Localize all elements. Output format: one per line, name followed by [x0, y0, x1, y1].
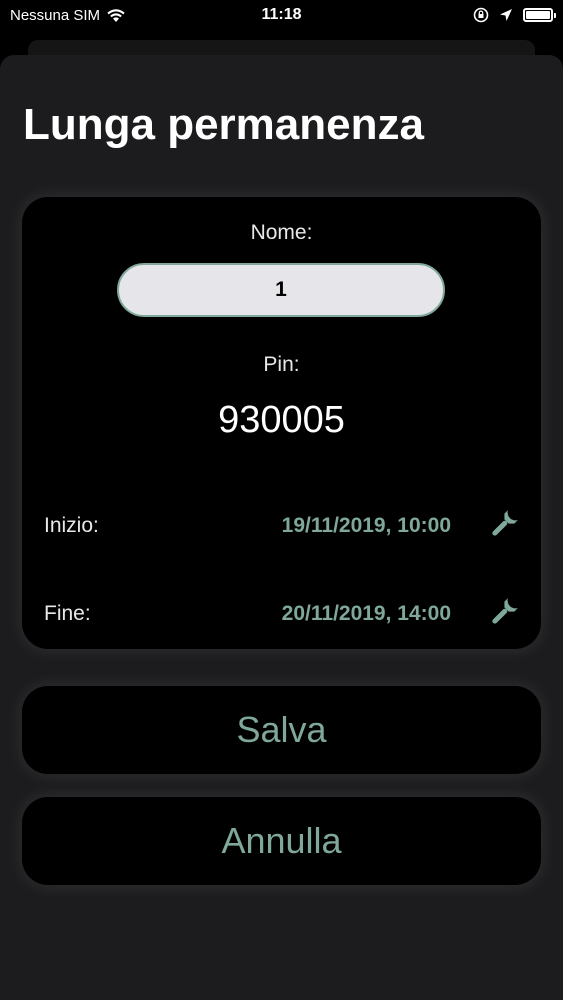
save-button[interactable]: Salva	[22, 686, 541, 774]
wrench-icon[interactable]	[485, 595, 521, 631]
wrench-icon[interactable]	[485, 507, 521, 543]
pin-value: 930005	[218, 399, 345, 441]
page-title: Lunga permanenza	[23, 100, 424, 149]
cancel-button[interactable]: Annulla	[22, 797, 541, 885]
pin-label: Pin:	[263, 353, 300, 376]
status-time: 11:18	[261, 6, 302, 23]
battery-icon	[523, 8, 556, 22]
form-card: Nome: Pin: 930005 Inizio: 19/11/2019, 10…	[22, 197, 541, 649]
start-label: Inizio:	[44, 514, 99, 537]
status-bar: Nessuna SIM 11:18	[0, 0, 563, 30]
name-label: Nome:	[250, 221, 313, 244]
start-value[interactable]: 19/11/2019, 10:00	[282, 514, 451, 538]
end-value[interactable]: 20/11/2019, 14:00	[282, 602, 451, 626]
name-input[interactable]	[117, 263, 445, 317]
end-label: Fine:	[44, 602, 91, 625]
